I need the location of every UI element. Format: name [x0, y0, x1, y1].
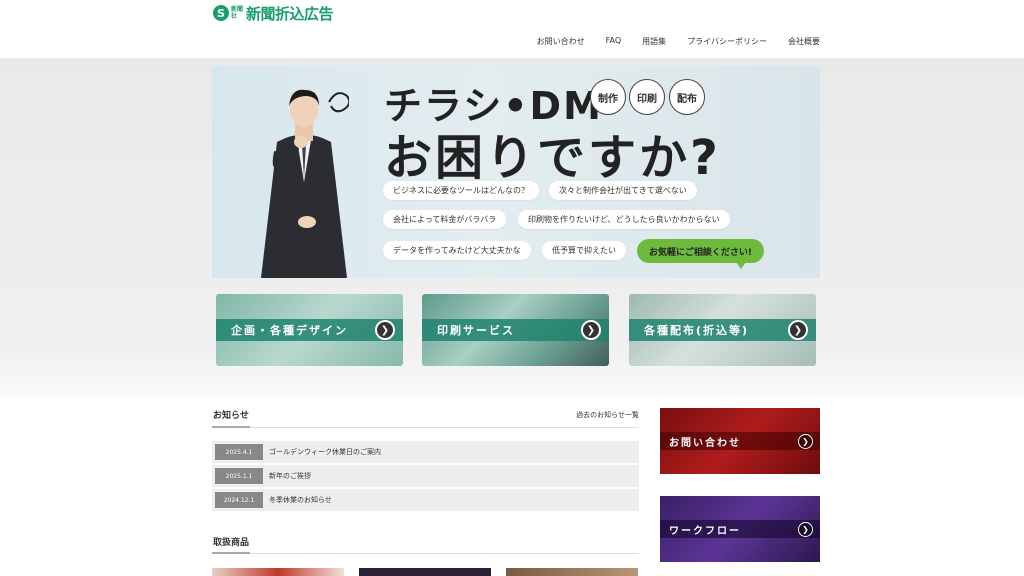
logo-mark-icon: S	[213, 5, 229, 21]
products-divider-accent	[212, 552, 250, 554]
news-date: 2025.4.1	[215, 444, 263, 460]
news-item[interactable]: 2024.12.1 冬季休業のお知らせ	[212, 489, 639, 511]
worry-bubble-3: 会社によって料金がバラバラ	[383, 210, 507, 229]
site-logo[interactable]: S 新聞社 新聞折込広告	[213, 4, 334, 23]
news-item[interactable]: 2025.4.1 ゴールデンウィーク休業日のご案内	[212, 441, 639, 463]
nav-faq[interactable]: FAQ	[606, 36, 622, 47]
worry-bubble-1: ビジネスに必要なツールはどんなの？	[383, 181, 539, 200]
products-divider	[212, 553, 639, 554]
service-card-label: 企画・各種デザイン	[231, 324, 348, 337]
nav-privacy[interactable]: プライバシーポリシー	[687, 36, 767, 47]
product-thumb[interactable]	[506, 568, 638, 576]
consult-cta-bubble[interactable]: お気軽にご相談ください!	[637, 239, 764, 269]
news-date: 2024.12.1	[215, 492, 263, 508]
side-banner-label: ワークフロー	[669, 525, 741, 537]
service-card-bar: 各種配布(折込等) ❯	[629, 319, 816, 341]
service-card-bar: 印刷サービス ❯	[422, 319, 609, 341]
chevron-right-icon: ❯	[375, 320, 395, 340]
product-thumb[interactable]	[212, 568, 344, 576]
logo-text: 新聞折込広告	[246, 4, 334, 23]
side-banner-bar: ワークフロー ❯	[660, 520, 820, 538]
service-card-bar: 企画・各種デザイン ❯	[216, 319, 403, 341]
worry-bubble-5: データを作ってみたけど大丈夫かな	[383, 241, 531, 260]
service-card-distribution[interactable]: 各種配布(折込等) ❯	[629, 294, 816, 366]
news-archive-link[interactable]: 過去のお知らせ一覧	[576, 410, 639, 420]
logo-small-text: 新聞社	[231, 6, 244, 20]
tag-production: 制作	[590, 79, 626, 115]
news-divider	[212, 427, 639, 428]
service-card-label: 各種配布(折込等)	[644, 324, 750, 337]
contact-side-banner[interactable]: お問い合わせ ❯	[660, 408, 820, 474]
tag-distribution: 配布	[669, 79, 705, 115]
product-thumb[interactable]	[359, 568, 491, 576]
chevron-right-icon: ❯	[798, 522, 813, 537]
news-divider-accent	[212, 426, 250, 428]
businessman-illustration	[261, 89, 349, 278]
worry-bubble-6: 低予算で抑えたい	[542, 241, 626, 260]
worry-bubble-4: 印刷物を作りたいけど、どうしたら良いかわからない	[518, 210, 730, 229]
nav-contact[interactable]: お問い合わせ	[537, 36, 585, 47]
news-title: 冬季休業のお知らせ	[269, 496, 332, 504]
nav-company[interactable]: 会社概要	[788, 36, 820, 47]
side-banner-bar: お問い合わせ ❯	[660, 432, 820, 450]
news-date: 2025.1.1	[215, 468, 263, 484]
chevron-right-icon: ❯	[581, 320, 601, 340]
worry-bubble-2: 次々と制作会社が出てきて選べない	[549, 181, 697, 200]
side-banner-label: お問い合わせ	[669, 437, 741, 449]
products-section-title: 取扱商品	[213, 538, 250, 548]
news-section-title: お知らせ	[213, 411, 249, 421]
hero-headline-2: お困りですか?	[384, 130, 721, 186]
chevron-right-icon: ❯	[788, 320, 808, 340]
site-header: S 新聞社 新聞折込広告 お問い合わせ FAQ 用語集 プライバシーポリシー 会…	[0, 0, 1024, 58]
service-card-label: 印刷サービス	[437, 324, 515, 337]
tag-printing: 印刷	[629, 79, 665, 115]
global-nav: お問い合わせ FAQ 用語集 プライバシーポリシー 会社概要	[516, 36, 820, 47]
chevron-right-icon: ❯	[798, 434, 813, 449]
service-card-design[interactable]: 企画・各種デザイン ❯	[216, 294, 403, 366]
workflow-side-banner[interactable]: ワークフロー ❯	[660, 496, 820, 562]
hero-banner[interactable]: チラシ•DM 制作 印刷 配布 お困りですか? ビジネスに必要なツールはどんなの…	[212, 66, 820, 278]
news-item[interactable]: 2025.1.1 新年のご挨拶	[212, 465, 639, 487]
news-title: 新年のご挨拶	[269, 472, 311, 480]
nav-glossary[interactable]: 用語集	[642, 36, 666, 47]
news-title: ゴールデンウィーク休業日のご案内	[269, 448, 381, 456]
service-card-printing[interactable]: 印刷サービス ❯	[422, 294, 609, 366]
